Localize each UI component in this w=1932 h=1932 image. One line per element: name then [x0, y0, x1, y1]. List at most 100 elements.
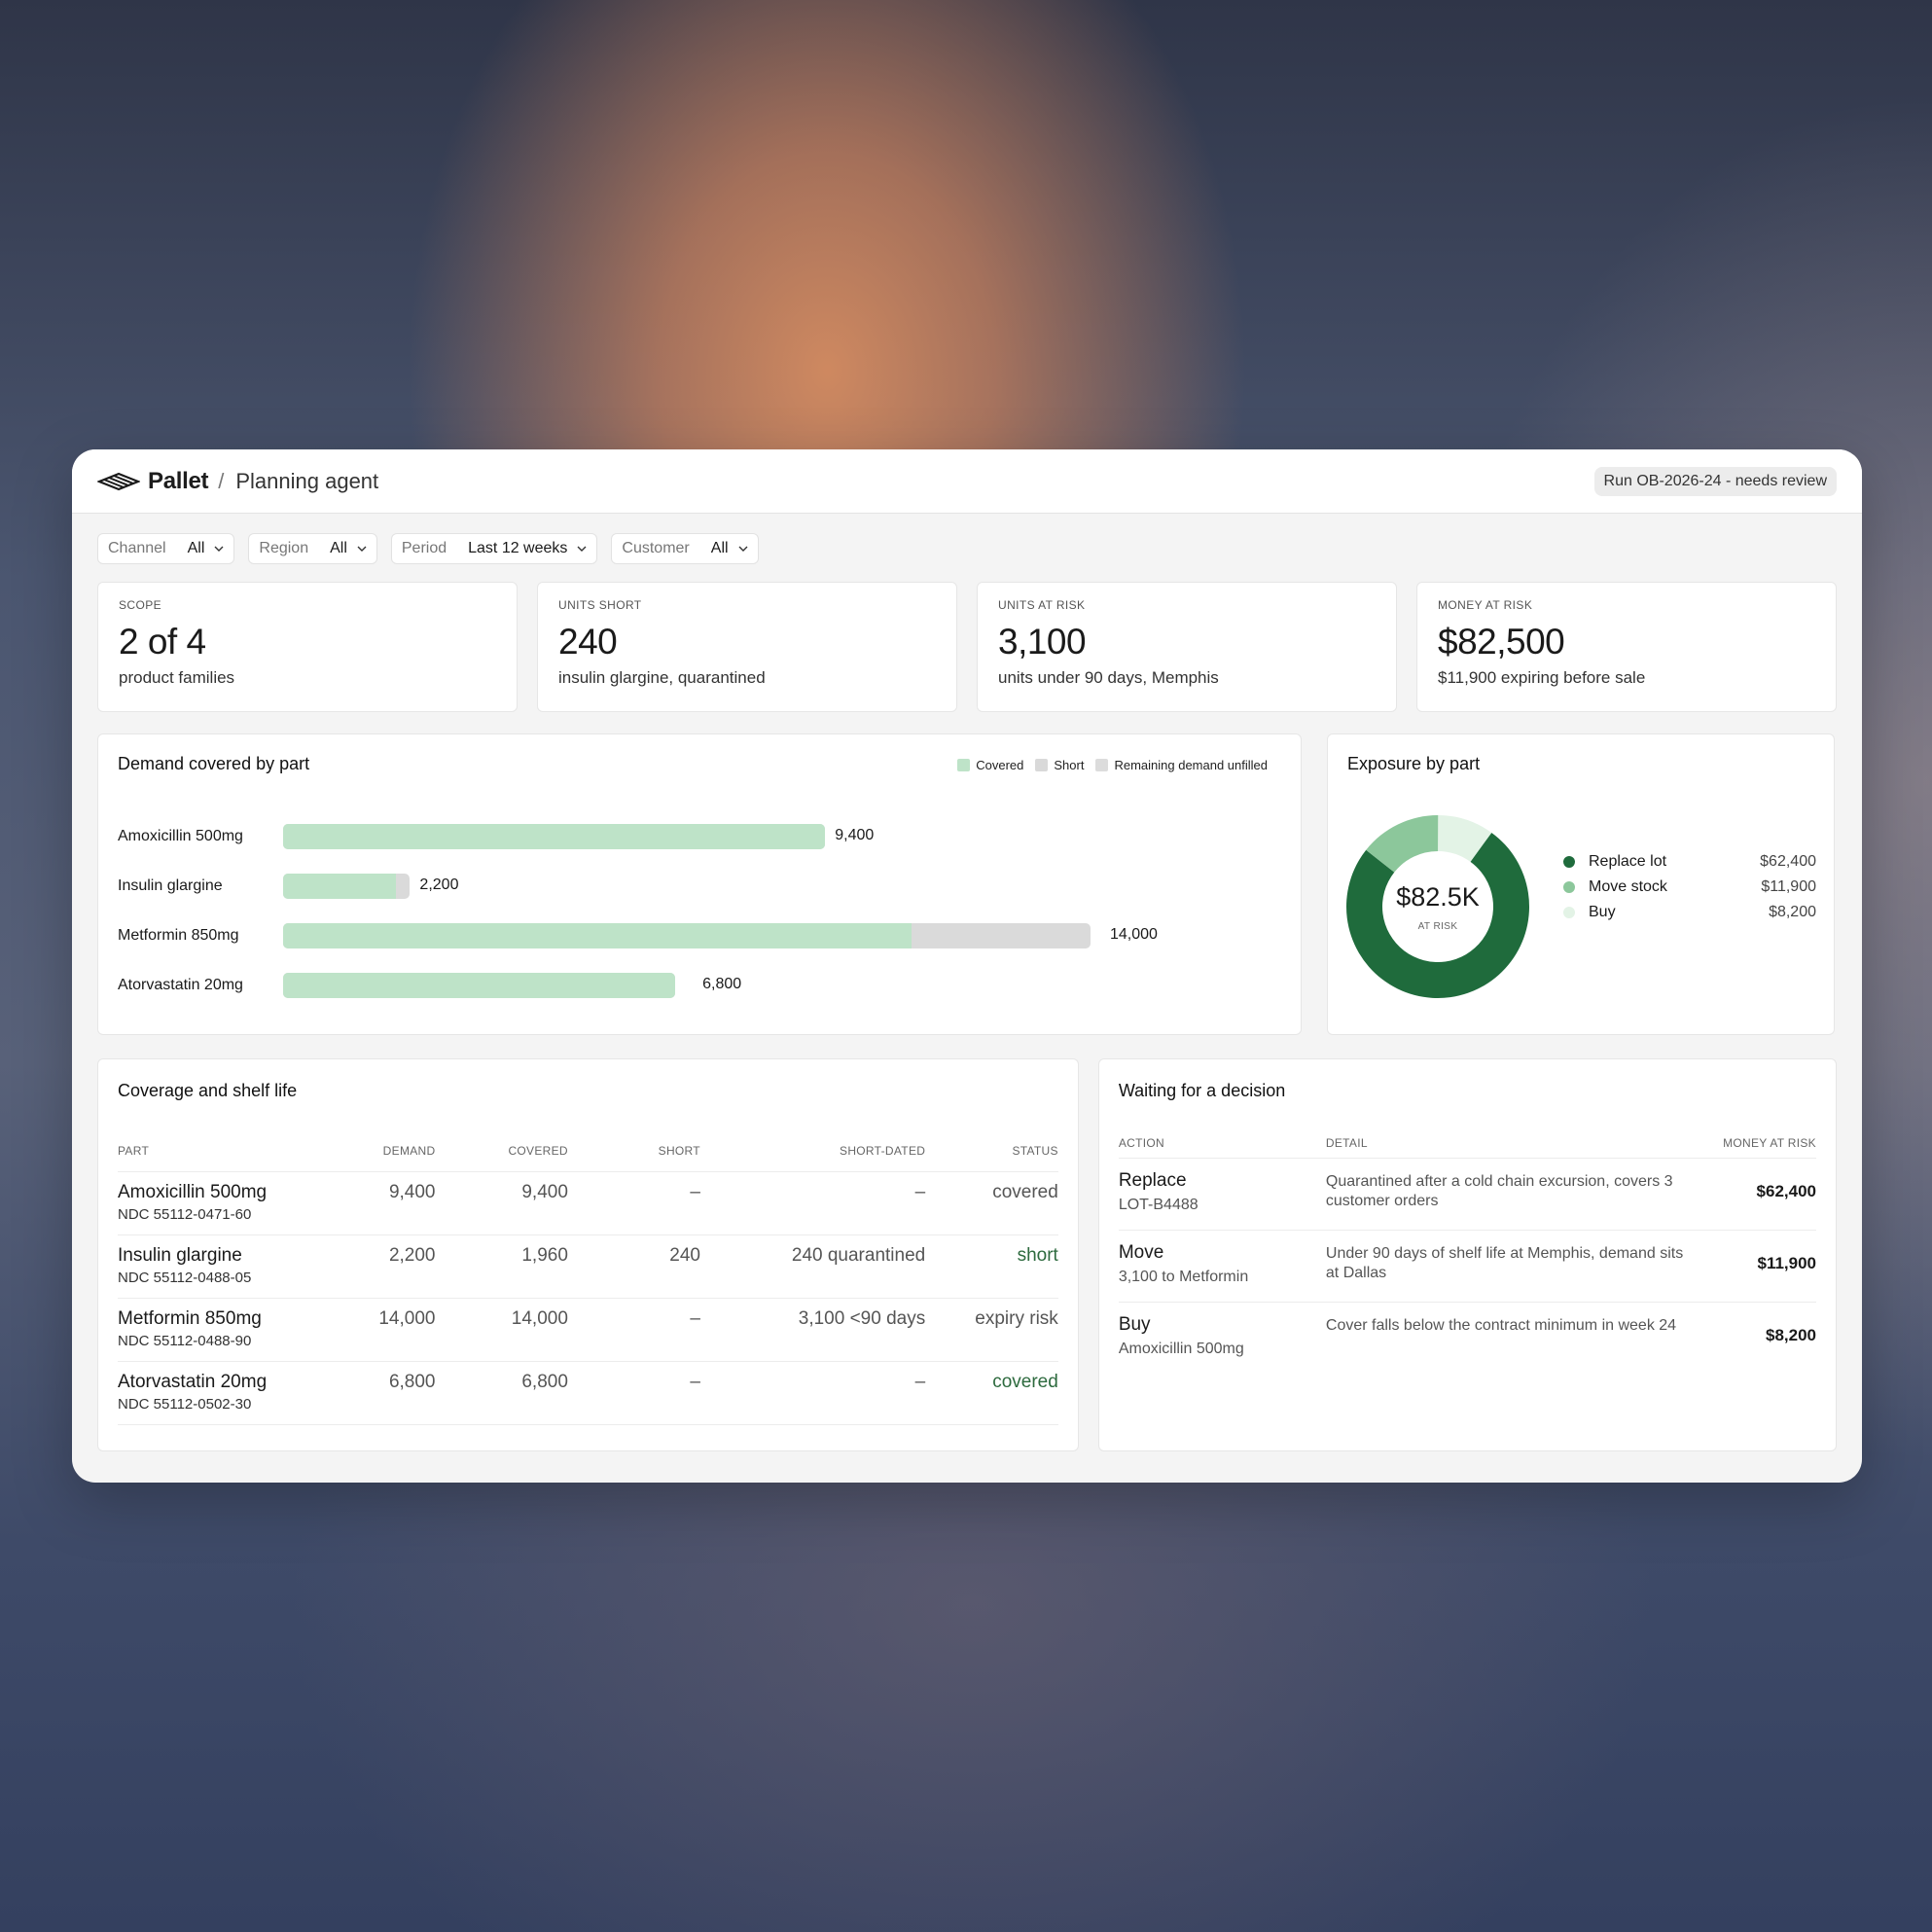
part-name: Metformin 850mg — [118, 1308, 262, 1329]
short-dated-cell: 3,100 <90 days — [699, 1298, 926, 1362]
coverage-table: PART DEMAND COVERED SHORT SHORT-DATED ST… — [118, 1144, 1058, 1425]
table-header-row: PART DEMAND COVERED SHORT SHORT-DATED ST… — [118, 1144, 1058, 1172]
bar-row: Atorvastatin 20mg 6,800 — [118, 973, 1266, 998]
kpi-label: UNITS SHORT — [558, 598, 642, 612]
legend-label: Short — [1054, 758, 1085, 772]
column-header[interactable]: COVERED — [435, 1144, 568, 1172]
table-row[interactable]: Amoxicillin 500mg NDC 55112-0471-60 9,400… — [118, 1171, 1058, 1235]
logo[interactable]: Pallet — [97, 468, 209, 495]
short-cell: 240 — [567, 1234, 700, 1299]
demand-chart-card: Demand covered by part Covered Short Rem… — [97, 733, 1302, 1035]
filter-period[interactable]: Period Last 12 weeks — [390, 533, 598, 564]
kpi-value: 3,100 — [998, 622, 1087, 662]
column-header[interactable]: STATUS — [925, 1144, 1058, 1172]
filter-label: Channel — [108, 540, 166, 556]
action-name: Buy — [1118, 1314, 1151, 1335]
pallet-logo-icon — [97, 472, 140, 490]
chevron-down-icon — [214, 546, 224, 552]
legend-dot — [1563, 856, 1575, 868]
short-dated-cell: – — [699, 1171, 926, 1235]
part-name: Amoxicillin 500mg — [118, 1182, 268, 1202]
breadcrumb-planning-agent[interactable]: Planning agent — [235, 469, 378, 494]
charts-row: Demand covered by part Covered Short Rem… — [72, 712, 1862, 1035]
column-header[interactable]: SHORT — [567, 1144, 700, 1172]
donut-center-value: $82.5K — [1396, 882, 1480, 912]
chevron-down-icon — [577, 546, 587, 552]
part-name: Insulin glargine — [118, 1245, 242, 1266]
decision-row[interactable]: Buy Amoxicillin 500mg Cover falls below t… — [1119, 1303, 1816, 1375]
run-status-badge[interactable]: Run OB-2026-24 - needs review — [1593, 466, 1837, 496]
kpi-row: SCOPE 2 of 4 product families UNITS SHOR… — [72, 564, 1862, 712]
kpi-value: $82,500 — [1438, 622, 1565, 662]
exposure-label: Buy — [1589, 904, 1616, 920]
column-header[interactable]: SHORT-DATED — [699, 1144, 926, 1172]
column-header[interactable]: PART — [118, 1144, 340, 1172]
table-row[interactable]: Insulin glargine NDC 55112-0488-05 2,200 … — [118, 1234, 1058, 1299]
kpi-subtitle: $11,900 expiring before sale — [1438, 668, 1646, 687]
bar-row: Insulin glargine 2,200 — [118, 874, 1266, 899]
demand-cell: 6,800 — [339, 1361, 436, 1425]
table-row[interactable]: Atorvastatin 20mg NDC 55112-0502-30 6,800… — [118, 1361, 1058, 1425]
legend-swatch — [1095, 759, 1109, 771]
donut-center-label: AT RISK — [1417, 921, 1458, 932]
column-header: MONEY AT RISK — [1691, 1136, 1816, 1159]
kpi-label: SCOPE — [119, 598, 162, 612]
table-row[interactable]: Metformin 850mg NDC 55112-0488-90 14,000 … — [118, 1298, 1058, 1362]
legend-item-covered: Covered — [957, 758, 1023, 772]
short-cell: – — [567, 1298, 700, 1362]
bar-value-label: 14,000 — [1110, 926, 1158, 943]
money-at-risk: $8,200 — [1766, 1326, 1816, 1344]
short-cell: – — [567, 1361, 700, 1425]
breadcrumb-separator: / — [218, 468, 225, 493]
decision-row[interactable]: Replace LOT-B4488 Quarantined after a col… — [1118, 1158, 1816, 1231]
bar-value-label: 6,800 — [702, 976, 742, 992]
table-header-row: ACTION DETAIL MONEY AT RISK — [1118, 1136, 1816, 1159]
column-header: DETAIL — [1325, 1136, 1692, 1159]
filter-customer[interactable]: Customer All — [611, 533, 759, 564]
exposure-amount: $62,400 — [1760, 853, 1816, 870]
part-ndc: NDC 55112-0488-05 — [118, 1270, 252, 1286]
bar-value-label: 2,200 — [419, 877, 459, 893]
filter-channel[interactable]: Channel All — [97, 533, 235, 564]
status-cell: short — [925, 1234, 1058, 1299]
filter-label: Region — [259, 540, 309, 556]
bar-total[interactable] — [283, 973, 676, 998]
demand-cell: 14,000 — [339, 1298, 436, 1362]
exposure-legend-item: Buy $8,200 — [1563, 900, 1816, 925]
action-detail: Under 90 days of shelf life at Memphis, … — [1325, 1230, 1692, 1303]
column-header[interactable]: DEMAND — [339, 1144, 436, 1172]
demand-cell: 9,400 — [339, 1171, 436, 1235]
bar-covered — [283, 874, 397, 899]
exposure-card: Exposure by part $82.5K AT RISK Replace … — [1327, 733, 1835, 1035]
part-ndc: NDC 55112-0471-60 — [118, 1206, 252, 1223]
filter-region[interactable]: Region All — [248, 533, 377, 564]
status-cell: covered — [925, 1361, 1058, 1425]
exposure-legend-item: Replace lot $62,400 — [1563, 849, 1816, 875]
covered-cell: 1,960 — [435, 1234, 568, 1299]
exposure-legend-item: Move stock $11,900 — [1563, 875, 1816, 900]
background-frame: Pallet / Planning agent Run OB-2026-24 -… — [0, 0, 1932, 1932]
bar-total[interactable] — [283, 824, 826, 849]
bar-category-label: Atorvastatin 20mg — [118, 977, 243, 993]
donut-center: $82.5K AT RISK — [1345, 814, 1530, 999]
bar-total[interactable] — [283, 923, 1091, 948]
legend-swatch — [957, 759, 971, 771]
bar-total[interactable] — [283, 874, 411, 899]
kpi-value: 2 of 4 — [119, 622, 206, 662]
filter-label: Customer — [622, 540, 690, 556]
covered-cell: 6,800 — [435, 1361, 568, 1425]
bar-covered — [283, 824, 826, 849]
filter-value: Last 12 weeks — [468, 540, 568, 556]
kpi-card-scope: SCOPE 2 of 4 product families — [97, 582, 518, 712]
action-detail: Quarantined after a cold chain excursion… — [1325, 1158, 1692, 1231]
decision-row[interactable]: Move 3,100 to Metformin Under 90 days of … — [1118, 1230, 1816, 1303]
legend-item-remaining: Remaining demand unfilled — [1095, 758, 1268, 772]
short-dated-cell: – — [699, 1361, 926, 1425]
legend-dot — [1563, 881, 1575, 893]
kpi-subtitle: product families — [119, 668, 235, 687]
filter-bar: Channel All Region All Period Last 12 we… — [72, 514, 1862, 564]
decision-card: Waiting for a decision ACTION DETAIL MON… — [1097, 1058, 1837, 1451]
kpi-value: 240 — [558, 622, 618, 662]
bar-category-label: Amoxicillin 500mg — [118, 828, 243, 844]
card-title: Coverage and shelf life — [118, 1081, 298, 1100]
